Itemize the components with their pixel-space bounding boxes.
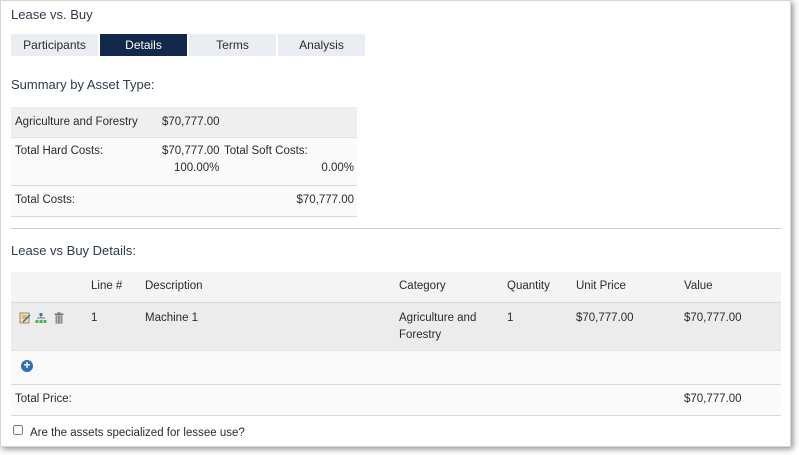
- section-divider: [11, 228, 781, 229]
- hard-costs-percent: 100.00%: [174, 162, 220, 174]
- col-value: Value: [684, 280, 713, 292]
- add-row: +: [11, 350, 781, 384]
- col-category: Category: [399, 280, 446, 292]
- total-costs-label: Total Costs:: [15, 194, 76, 206]
- row-category-line1: Agriculture and: [399, 312, 477, 324]
- row-category-line2: Forestry: [399, 329, 442, 341]
- tab-details[interactable]: Details: [100, 34, 187, 56]
- hierarchy-icon[interactable]: [35, 312, 47, 324]
- col-line: Line #: [91, 280, 123, 292]
- total-costs-value: $70,777.00: [296, 194, 354, 206]
- tab-bar: Participants Details Terms Analysis: [11, 34, 367, 56]
- details-table: Line # Description Category Quantity Uni…: [11, 272, 781, 416]
- asset-type-amount: $70,777.00: [162, 116, 220, 128]
- total-price-row: Total Price: $70,777.00: [11, 384, 781, 416]
- soft-costs-percent: 0.00%: [321, 162, 354, 174]
- window-frame: Lease vs. Buy Participants Details Terms…: [0, 0, 791, 447]
- summary-table: Agriculture and Forestry $70,777.00 Tota…: [11, 107, 357, 217]
- details-heading: Lease vs Buy Details:: [11, 243, 137, 258]
- trash-icon[interactable]: [53, 312, 65, 324]
- row-value: $70,777.00: [684, 312, 742, 324]
- table-row: 1 Machine 1 Agriculture and Forestry 1 $…: [11, 303, 781, 350]
- col-description: Description: [145, 280, 203, 292]
- soft-costs-label: Total Soft Costs:: [224, 145, 308, 157]
- total-price-value: $70,777.00: [684, 393, 742, 405]
- asset-type-label: Agriculture and Forestry: [15, 116, 138, 128]
- col-quantity: Quantity: [507, 280, 550, 292]
- specialized-assets-label: Are the assets specialized for lessee us…: [30, 427, 245, 439]
- col-unit-price: Unit Price: [576, 280, 626, 292]
- tab-terms[interactable]: Terms: [189, 34, 276, 56]
- row-unit-price: $70,777.00: [576, 312, 634, 324]
- row-line-number: 1: [91, 312, 98, 324]
- specialized-assets-checkbox[interactable]: [13, 425, 23, 435]
- edit-icon[interactable]: [19, 312, 31, 324]
- summary-asset-row: Agriculture and Forestry $70,777.00: [11, 107, 357, 137]
- summary-total-row: Total Costs: $70,777.00: [11, 185, 357, 217]
- tab-analysis[interactable]: Analysis: [278, 34, 365, 56]
- page-title: Lease vs. Buy: [11, 7, 93, 22]
- row-quantity: 1: [507, 312, 514, 324]
- details-header-row: Line # Description Category Quantity Uni…: [11, 272, 781, 303]
- hard-costs-label: Total Hard Costs:: [15, 145, 104, 157]
- total-price-label: Total Price:: [15, 393, 72, 405]
- summary-hard-soft-row: Total Hard Costs: $70,777.00 100.00% Tot…: [11, 137, 357, 185]
- tab-participants[interactable]: Participants: [11, 34, 98, 56]
- hard-costs-value: $70,777.00: [162, 145, 220, 157]
- add-circle-icon[interactable]: +: [21, 359, 33, 372]
- row-description: Machine 1: [145, 312, 199, 324]
- summary-heading: Summary by Asset Type:: [11, 77, 155, 92]
